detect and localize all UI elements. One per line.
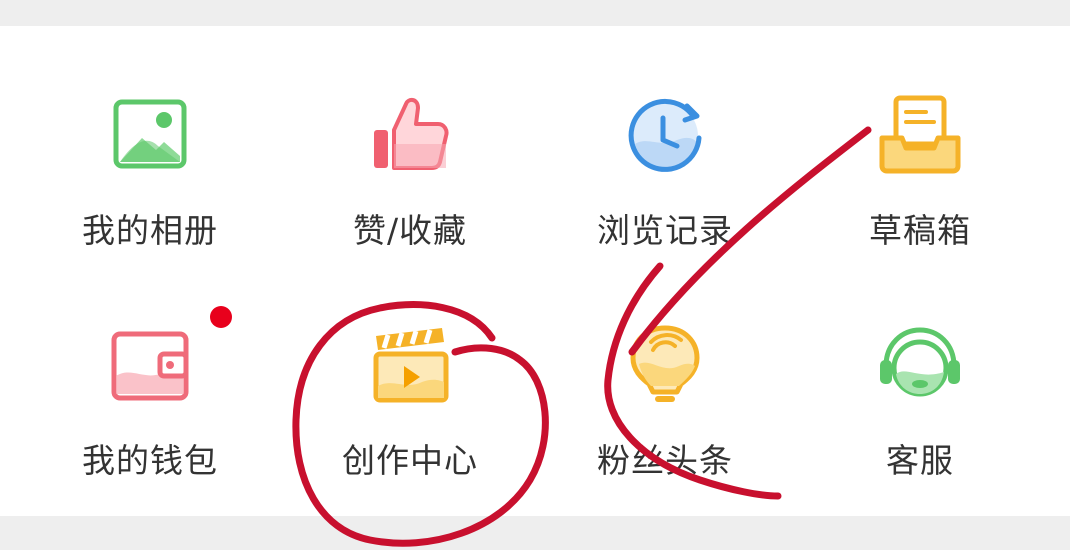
menu-item-photo-album[interactable]: 我的相册 — [30, 36, 270, 250]
menu-item-label: 草稿箱 — [869, 211, 971, 250]
menu-item-label: 粉丝头条 — [597, 441, 733, 480]
menu-item-label: 赞/收藏 — [352, 211, 468, 250]
screen: 我的相册 赞/收藏 浏览记录 草稿箱 我的钱包 创作中心 粉丝头条 客服 — [0, 0, 1070, 550]
headset-icon — [872, 316, 968, 412]
menu-item-likes-favorites[interactable]: 赞/收藏 — [290, 36, 530, 250]
menu-item-fan-headlines[interactable]: 粉丝头条 — [545, 266, 785, 480]
clapperboard-video-icon — [362, 316, 458, 412]
menu-item-label: 创作中心 — [342, 441, 478, 480]
photo-album-icon — [102, 86, 198, 182]
notification-dot — [210, 306, 232, 328]
thumbs-up-icon — [362, 86, 458, 182]
menu-item-drafts[interactable]: 草稿箱 — [800, 36, 1040, 250]
menu-item-customer-service[interactable]: 客服 — [800, 266, 1040, 480]
menu-item-label: 客服 — [886, 441, 954, 480]
draft-tray-icon — [872, 86, 968, 182]
menu-item-browsing-history[interactable]: 浏览记录 — [545, 36, 785, 250]
menu-item-creator-center[interactable]: 创作中心 — [290, 266, 530, 480]
menu-item-label: 我的钱包 — [82, 441, 218, 480]
wallet-icon — [102, 316, 198, 412]
lightbulb-icon — [617, 316, 713, 412]
menu-item-label: 我的相册 — [82, 211, 218, 250]
history-clock-icon — [617, 86, 713, 182]
menu-item-label: 浏览记录 — [597, 211, 733, 250]
services-grid-card: 我的相册 赞/收藏 浏览记录 草稿箱 我的钱包 创作中心 粉丝头条 客服 — [0, 26, 1070, 516]
menu-item-wallet[interactable]: 我的钱包 — [30, 266, 270, 480]
